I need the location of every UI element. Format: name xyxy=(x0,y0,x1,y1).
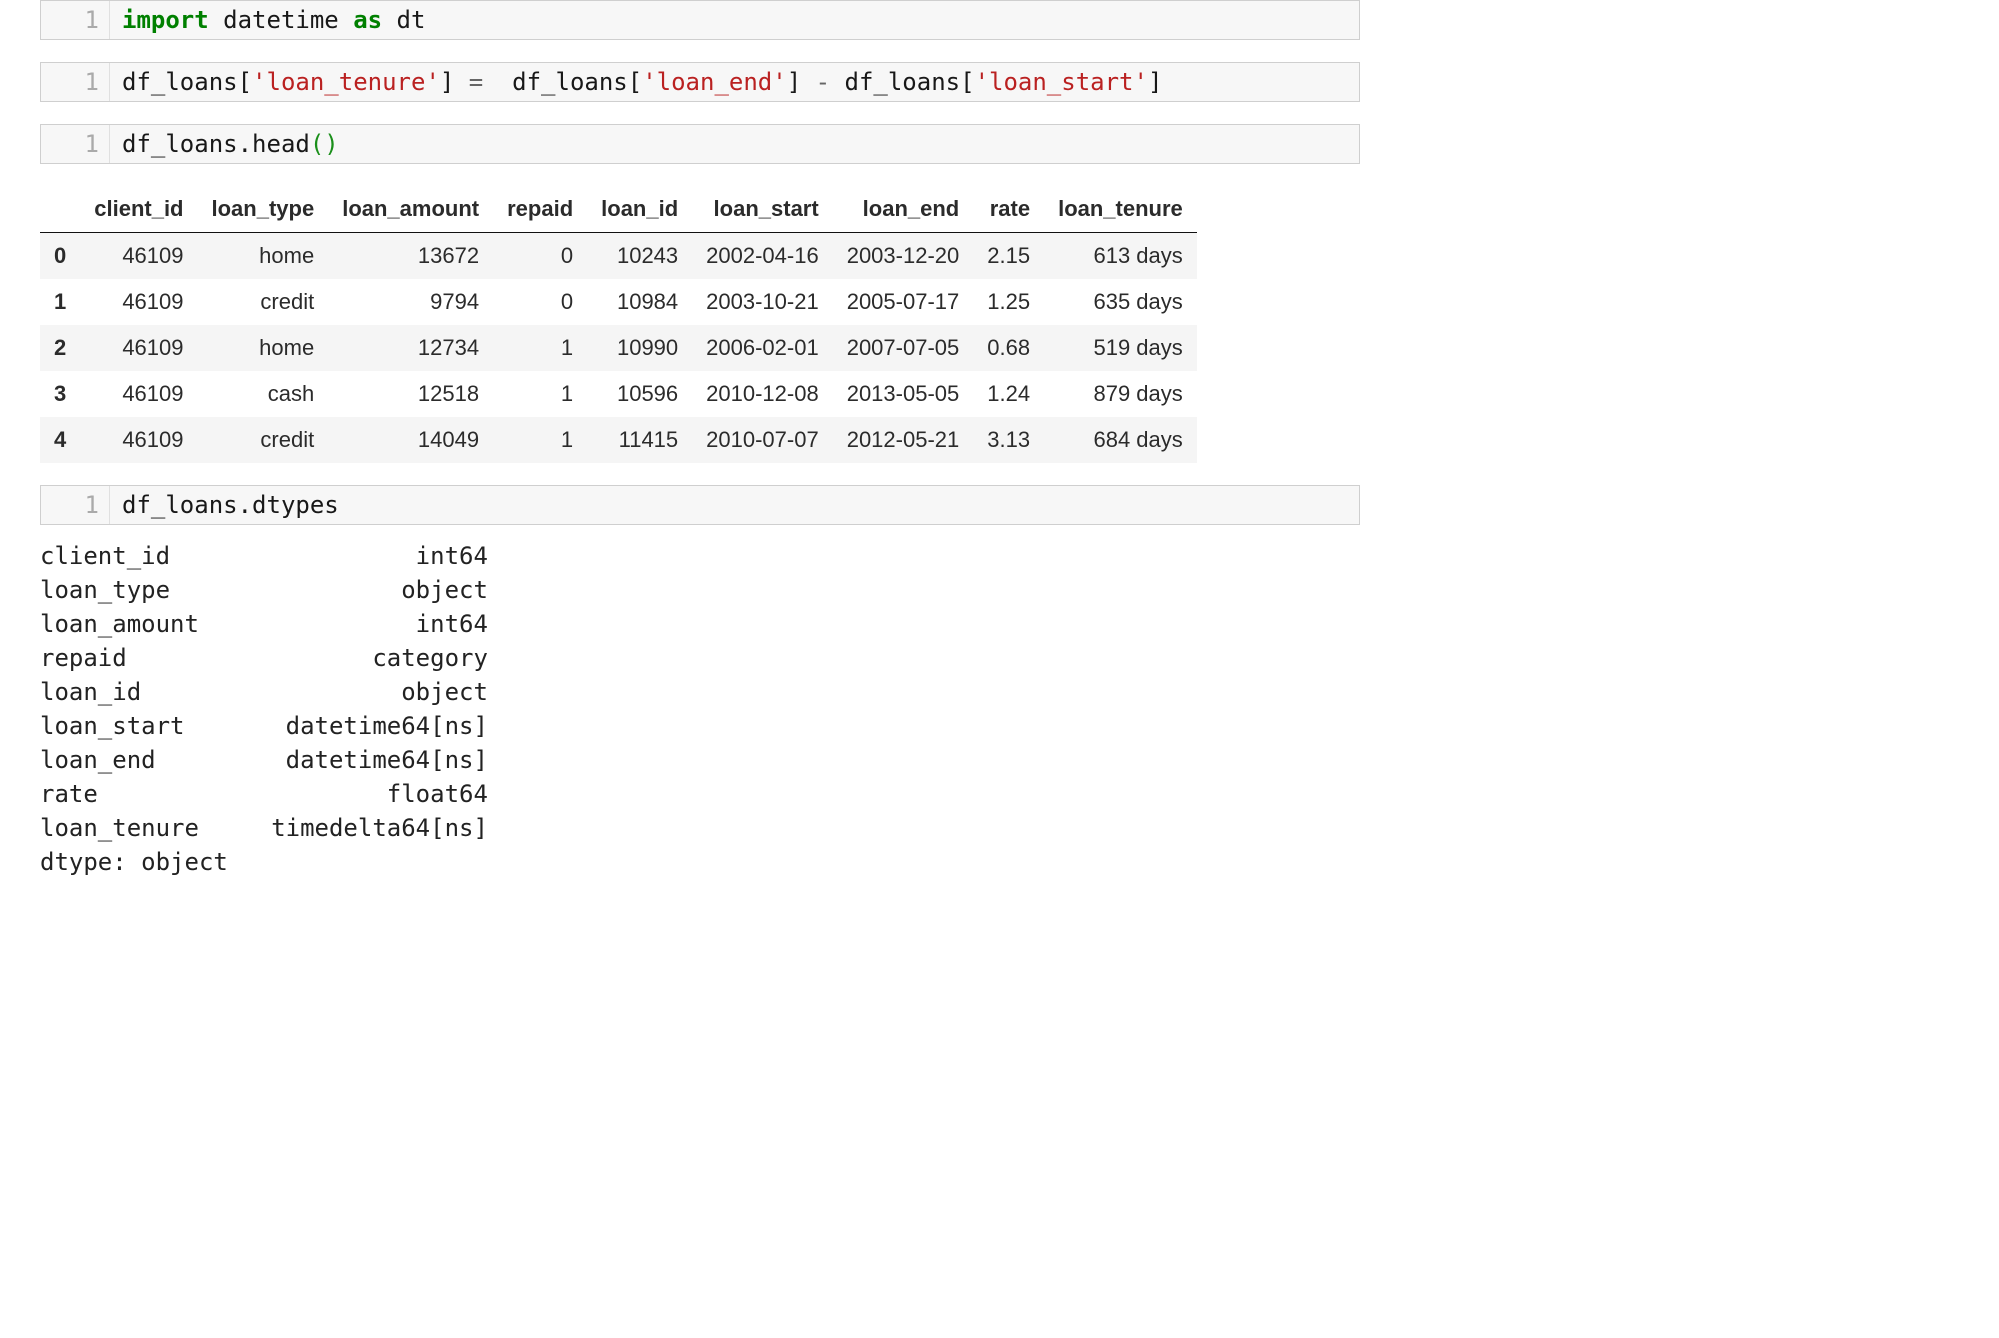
table-cell: 10984 xyxy=(587,279,692,325)
table-cell: 2.15 xyxy=(973,233,1044,280)
table-row: 346109cash125181105962010-12-082013-05-0… xyxy=(40,371,1197,417)
line-number: 1 xyxy=(41,125,110,163)
table-cell: 14049 xyxy=(328,417,493,463)
code-token: df_loans[ xyxy=(830,68,975,96)
code-cell[interactable]: 1 df_loans.head() client_idloan_typeloan… xyxy=(40,124,1360,463)
table-cell: 1 xyxy=(493,325,587,371)
code-token: - xyxy=(816,68,830,96)
column-header: loan_tenure xyxy=(1044,186,1197,233)
table-cell: 613 days xyxy=(1044,233,1197,280)
table-cell: 2012-05-21 xyxy=(833,417,974,463)
table-row: 446109credit140491114152010-07-072012-05… xyxy=(40,417,1197,463)
table-cell: 2010-07-07 xyxy=(692,417,833,463)
table-cell: 684 days xyxy=(1044,417,1197,463)
code-editor[interactable]: df_loans['loan_tenure'] = df_loans['loan… xyxy=(110,63,1359,101)
table-cell: 10596 xyxy=(587,371,692,417)
code-token: ] xyxy=(787,68,816,96)
code-token: 'loan_start' xyxy=(975,68,1148,96)
table-cell: 2002-04-16 xyxy=(692,233,833,280)
table-cell: 10243 xyxy=(587,233,692,280)
column-header: loan_start xyxy=(692,186,833,233)
table-cell: 1 xyxy=(493,417,587,463)
code-cell[interactable]: 1 df_loans['loan_tenure'] = df_loans['lo… xyxy=(40,62,1360,102)
code-token: datetime xyxy=(209,6,354,34)
table-cell: 46109 xyxy=(80,417,197,463)
table-cell: 46109 xyxy=(80,233,197,280)
table-cell: 0 xyxy=(493,233,587,280)
table-cell: 2013-05-05 xyxy=(833,371,974,417)
code-token: 'loan_tenure' xyxy=(252,68,440,96)
row-index: 2 xyxy=(40,325,80,371)
code-token: dt xyxy=(382,6,425,34)
cell-output-text: client_id int64 loan_type object loan_am… xyxy=(40,539,1360,879)
code-editor[interactable]: df_loans.head() xyxy=(110,125,1359,163)
table-cell: 12734 xyxy=(328,325,493,371)
line-number: 1 xyxy=(41,1,110,39)
notebook: 1 import datetime as dt 1 df_loans['loan… xyxy=(0,0,1360,941)
code-token: import xyxy=(122,6,209,34)
column-header: loan_type xyxy=(198,186,329,233)
column-header: loan_id xyxy=(587,186,692,233)
table-cell: home xyxy=(198,233,329,280)
table-row: 246109home127341109902006-02-012007-07-0… xyxy=(40,325,1197,371)
code-token: df_loans.head xyxy=(122,130,310,158)
column-header: loan_end xyxy=(833,186,974,233)
row-index: 0 xyxy=(40,233,80,280)
table-cell: 1.24 xyxy=(973,371,1044,417)
table-cell: 0 xyxy=(493,279,587,325)
table-cell: 46109 xyxy=(80,279,197,325)
code-editor[interactable]: df_loans.dtypes xyxy=(110,486,1359,524)
table-corner xyxy=(40,186,80,233)
table-cell: 1.25 xyxy=(973,279,1044,325)
table-cell: home xyxy=(198,325,329,371)
table-cell: 46109 xyxy=(80,325,197,371)
table-cell: 2005-07-17 xyxy=(833,279,974,325)
table-row: 046109home136720102432002-04-162003-12-2… xyxy=(40,233,1197,280)
code-token: as xyxy=(353,6,382,34)
row-index: 3 xyxy=(40,371,80,417)
code-token: df_loans.dtypes xyxy=(122,491,339,519)
table-cell: 11415 xyxy=(587,417,692,463)
table-cell: 9794 xyxy=(328,279,493,325)
table-cell: 10990 xyxy=(587,325,692,371)
dataframe-table: client_idloan_typeloan_amountrepaidloan_… xyxy=(40,186,1197,463)
code-token: df_loans[ xyxy=(483,68,642,96)
code-token: () xyxy=(310,130,339,158)
line-number: 1 xyxy=(41,63,110,101)
table-cell: 46109 xyxy=(80,371,197,417)
table-cell: 1 xyxy=(493,371,587,417)
code-token: = xyxy=(469,68,483,96)
table-cell: 0.68 xyxy=(973,325,1044,371)
row-index: 4 xyxy=(40,417,80,463)
code-editor[interactable]: import datetime as dt xyxy=(110,1,1359,39)
table-cell: 2003-12-20 xyxy=(833,233,974,280)
table-cell: 3.13 xyxy=(973,417,1044,463)
table-cell: cash xyxy=(198,371,329,417)
table-cell: credit xyxy=(198,417,329,463)
table-cell: 2003-10-21 xyxy=(692,279,833,325)
column-header: loan_amount xyxy=(328,186,493,233)
table-cell: 879 days xyxy=(1044,371,1197,417)
code-token: ] xyxy=(440,68,469,96)
table-cell: 2006-02-01 xyxy=(692,325,833,371)
table-cell: 12518 xyxy=(328,371,493,417)
line-number: 1 xyxy=(41,486,110,524)
table-cell: 13672 xyxy=(328,233,493,280)
column-header: client_id xyxy=(80,186,197,233)
code-token: df_loans[ xyxy=(122,68,252,96)
table-cell: 2010-12-08 xyxy=(692,371,833,417)
column-header: repaid xyxy=(493,186,587,233)
code-token: ] xyxy=(1148,68,1162,96)
code-token: 'loan_end' xyxy=(642,68,787,96)
table-cell: credit xyxy=(198,279,329,325)
row-index: 1 xyxy=(40,279,80,325)
table-cell: 519 days xyxy=(1044,325,1197,371)
table-cell: 635 days xyxy=(1044,279,1197,325)
code-cell[interactable]: 1 import datetime as dt xyxy=(40,0,1360,40)
table-cell: 2007-07-05 xyxy=(833,325,974,371)
code-cell[interactable]: 1 df_loans.dtypes client_id int64 loan_t… xyxy=(40,485,1360,879)
cell-output: client_idloan_typeloan_amountrepaidloan_… xyxy=(40,186,1360,463)
column-header: rate xyxy=(973,186,1044,233)
table-row: 146109credit97940109842003-10-212005-07-… xyxy=(40,279,1197,325)
